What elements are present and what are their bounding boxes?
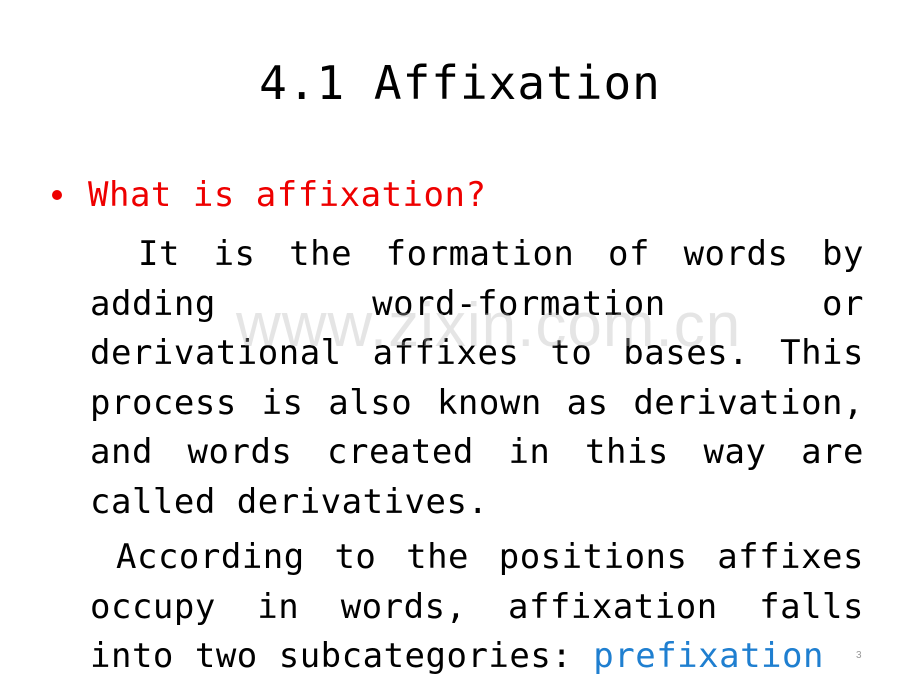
bullet-item: What is affixation? — [52, 172, 486, 218]
prefixation-term: prefixation — [593, 636, 824, 676]
page-number: 3 — [856, 650, 862, 661]
slide: 4.1 Affixation What is affixation? It is… — [0, 0, 920, 690]
bullet-dot-icon — [52, 190, 62, 200]
subcategories-paragraph: According to the positions affixes occup… — [90, 533, 864, 682]
slide-title: 4.1 Affixation — [259, 56, 661, 110]
bullet-question: What is affixation? — [88, 175, 487, 215]
definition-paragraph: It is the formation of words by adding w… — [90, 234, 864, 522]
